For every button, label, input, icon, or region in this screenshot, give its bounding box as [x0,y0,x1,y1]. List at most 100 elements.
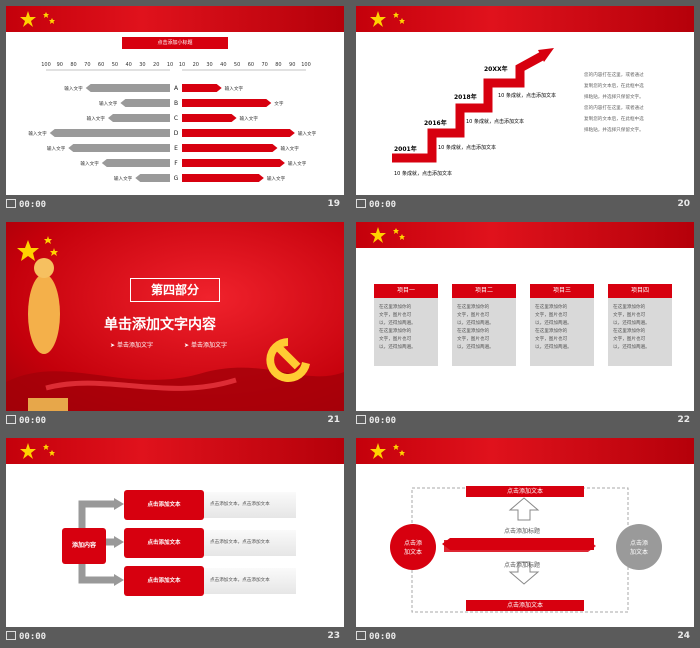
row-letter: G [174,175,179,182]
slide-21: 第四部分 单击添加文字内容 ➤ 单击添加文字 ➤ 单击添加文字 [6,222,344,411]
slide-time: 00:00 [369,416,397,426]
project-card-title: 项目四 [608,284,672,298]
slide-footer: 00:00 19 [0,195,346,216]
right-bar-label: 输入文字 [298,130,317,137]
slide-footer: 00:00 20 [350,195,696,216]
right-tick-label: 10 [179,62,185,68]
project-card: 项目四在这里添加你的 文字，图片也可 以，还得加两遍。 在这里添加你的 文字，图片也可以… [608,284,672,366]
left-bar-label: 输入文字 [99,100,118,107]
left-circle: 点击添 加文本 [390,524,436,570]
slide-thumbnail-21[interactable]: 第四部分 单击添加文字内容 ➤ 单击添加文字 ➤ 单击添加文字 00:00 21 [0,216,346,432]
right-tick-label: 90 [289,62,295,68]
left-tick-label: 20 [153,62,159,68]
slide-number: 22 [677,415,690,425]
left-tick-label: 40 [125,62,131,68]
flag-stars-icon [370,227,405,243]
row-label-box: 点击添加文本 [124,528,204,558]
left-bar-label: 输入文字 [47,145,66,152]
right-circle: 点击添 加文本 [616,524,662,570]
section-title: 单击添加文字内容 [104,317,216,333]
row-letter: B [174,100,178,107]
left-bar-label: 输入文字 [64,85,83,92]
project-card-body: 在这里添加你的 文字，图片也可 以，还得加两遍。 在这里添加你的 文字，图片也可 以，还得… [613,305,650,350]
slide-time: 00:00 [369,632,397,642]
left-bar [85,84,170,92]
slide-23: 添加内容 点击添加文本 点击添加文本，点击添加文本 点击添加文本 点击添加文本，点击添… [6,438,344,627]
row-description: 点击添加文本，点击添加文本 [204,568,296,594]
slide-thumbnail-19[interactable]: 点击添加小标题 100 90 80 70 60 50 40 30 20 10 10 20 30 40 50 6… [0,0,346,216]
flag-stars-icon [20,11,55,27]
section-label: 第四部分 [130,278,220,302]
right-bar-label: 输入文字 [267,175,286,182]
left-bar [135,174,170,182]
year-label: 2016年 [424,120,447,127]
left-bar-label: 输入文字 [114,175,133,182]
chart-title: 点击添加小标题 [122,37,228,49]
slide-footer: 00:00 24 [350,627,696,648]
subtitle: ➤ 单击添加文字 [184,342,227,349]
row-letter: E [174,145,178,152]
right-tick-label: 80 [275,62,281,68]
right-tick-label: 50 [234,62,240,68]
slide-time: 00:00 [369,200,397,210]
top-banner: 点击添加文本 [466,486,584,497]
left-bar-label: 输入文字 [80,160,99,167]
right-tick-label: 70 [261,62,267,68]
right-bar [182,129,295,137]
right-tick-label: 30 [206,62,212,68]
right-tick-label: 100 [301,62,311,68]
project-card: 项目三 在这里添加你的 文字，图片也可 以，还得加两遍。 在这里添加你的 文字，图片也可以… [530,284,594,366]
left-tick-label: 10 [167,62,173,68]
project-card: 项目一 在这里添加你的 文字，图片也可 以，还得加两遍。 在这里添加你的 文字，图片也可以… [374,284,438,366]
row-label-box: 点击添加文本 [124,490,204,520]
right-bar-label: 输入文字 [240,115,259,122]
right-bar-label: 输入文字 [280,145,299,152]
right-tick-label: 40 [220,62,226,68]
year-label: 2018年 [454,94,477,101]
slide-icon [356,631,366,640]
right-bar-label: 输入文字 [225,85,244,92]
row-label-box: 点击添加文本 [124,566,204,596]
row-letter: C [174,115,178,122]
right-bar-label: 输入文字 [288,160,307,167]
center-box: 添加内容 [62,528,106,564]
slide-footer: 00:00 22 [350,411,696,432]
right-bar [182,174,264,182]
slide-icon [356,199,366,208]
slide-icon [6,415,16,424]
project-card-title: 项目二 [452,284,516,298]
slide-24: 点击添加文本 点击添加文本 点击添加标题 点击添加标题 点击添 加文本 点击添 加文… [356,438,694,627]
right-bar [182,159,285,167]
left-tick-label: 30 [139,62,145,68]
row-description: 点击添加文本，点击添加文本 [204,530,296,556]
left-bar [108,114,170,122]
left-bar [49,129,170,137]
left-bar [101,159,170,167]
left-bar-label: 输入文字 [87,115,106,122]
slide-icon [6,199,16,208]
butterfly-bar-chart: 100 90 80 70 60 50 40 30 20 10 10 20 30 40 50 60 70 80 90 1… [28,62,317,182]
slide-time: 00:00 [19,200,47,210]
slide-number: 19 [327,199,340,209]
mid-title: 点击添加标题 [504,528,541,535]
slide-icon [6,631,16,640]
left-bar [68,144,170,152]
left-tick-label: 100 [41,62,51,68]
slide-footer: 00:00 23 [0,627,346,648]
slide-thumbnail-22[interactable]: 项目一在这里添加你的 文字，图片也可 以，还得加两遍。 在这里添加你的 文字，图片也可以… [350,216,696,432]
step-text: 10 条成就，点击添加文本 [498,93,556,99]
right-bar [182,114,237,122]
slide-number: 20 [677,199,690,209]
left-tick-label: 90 [57,62,63,68]
row-letter: A [174,85,179,92]
slide-thumbnail-24[interactable]: 点击添加文本 点击添加文本 点击添加标题 点击添加标题 点击添 加文本 点击添 加文… [350,432,696,648]
left-bar-label: 输入文字 [28,130,47,137]
project-card-title: 项目一 [374,284,438,298]
slide-20: 2001年 2016年 2018年 20XX年 10 条成就，点击添加文本 10… [356,6,694,195]
bottom-banner: 点击添加文本 [466,600,584,611]
slide-time: 00:00 [19,416,47,426]
slide-thumbnail-20[interactable]: 2001年 2016年 2018年 20XX年 10 条成就，点击添加文本 10… [350,0,696,216]
hammer-sickle-icon [266,338,310,382]
paragraph: 您的内容打在这里，或者通过 复制您的文本后，在此框中选 择粘贴，并选择只保留文字。 … [584,73,644,133]
slide-thumbnail-23[interactable]: 添加内容 点击添加文本 点击添加文本，点击添加文本 点击添加文本 点击添加文本，点击添… [0,432,346,648]
